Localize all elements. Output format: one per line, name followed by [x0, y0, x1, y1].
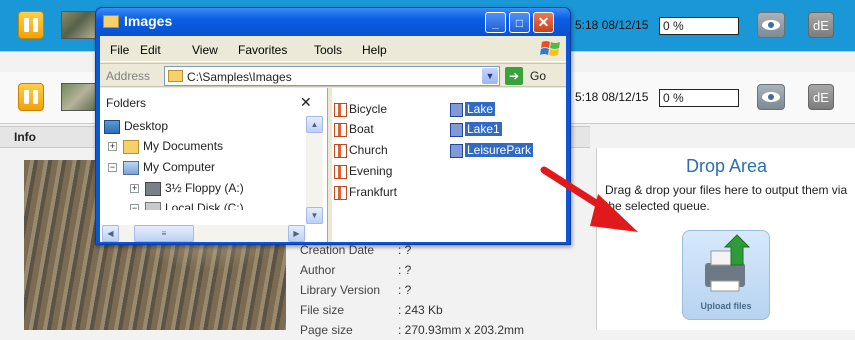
menu-favorites[interactable]: Favorites: [238, 43, 287, 57]
minimize-button[interactable]: _: [485, 12, 506, 33]
close-icon: ✕: [537, 14, 550, 30]
printer-icon: [705, 234, 751, 292]
image-file-icon: [450, 102, 463, 117]
file-item-selected[interactable]: LeisurePark: [450, 141, 534, 159]
folders-pane: Folders ✕ Desktop + My Documents − My Comp…: [100, 88, 328, 242]
horizontal-scrollbar[interactable]: ◀ ≡ ▶: [102, 225, 306, 242]
image-file-icon: [450, 143, 463, 158]
eye-icon: [762, 20, 780, 30]
file-item[interactable]: Frankfurt: [334, 183, 397, 201]
meta-row: Page size: 270.93mm x 203.2mm: [300, 323, 525, 337]
window-client: File Edit View Favorites Tools Help Addr…: [100, 36, 566, 242]
meta-row: File size: 243 Kb: [300, 303, 443, 317]
metadata-list: Creation Date: ? Author: ? Library Versi…: [300, 240, 524, 340]
eye-icon: [762, 92, 780, 102]
scroll-down-icon[interactable]: ▼: [306, 207, 323, 224]
maximize-button[interactable]: □: [509, 12, 530, 33]
folder-icon: [123, 139, 139, 154]
window-title: Images: [124, 13, 173, 29]
address-bar: Address C:\Samples\Images ▼ ➔ Go: [100, 63, 566, 87]
job-thumbnail: [61, 11, 97, 39]
file-item[interactable]: Church: [334, 141, 388, 159]
address-input[interactable]: C:\Samples\Images ▼: [164, 66, 500, 86]
file-item-selected[interactable]: Lake: [450, 100, 496, 118]
menu-view[interactable]: View: [192, 43, 218, 57]
image-file-icon: [334, 102, 347, 117]
preview-button[interactable]: [757, 12, 785, 38]
image-file-icon: [450, 122, 463, 137]
collapse-icon[interactable]: −: [108, 163, 117, 173]
chevron-down-icon[interactable]: ▼: [482, 68, 498, 84]
expand-icon[interactable]: +: [130, 184, 139, 194]
menu-tools[interactable]: Tools: [314, 43, 342, 57]
go-label: Go: [530, 69, 547, 83]
tree-item-local-disk[interactable]: − Local Disk (C:): [130, 198, 244, 210]
preview-button[interactable]: [757, 84, 785, 110]
disk-icon: [145, 201, 161, 210]
address-label: Address: [106, 69, 151, 83]
drag-arrow-icon: [540, 166, 638, 232]
floppy-icon: [145, 181, 161, 196]
file-item[interactable]: Bicycle: [334, 100, 387, 118]
image-file-icon: [334, 143, 347, 158]
maximize-icon: □: [515, 15, 524, 30]
collapse-icon[interactable]: −: [130, 204, 139, 210]
de-button[interactable]: dE: [808, 84, 834, 110]
job-time: 5:18 08/12/15: [575, 18, 649, 32]
image-file-icon: [334, 164, 347, 179]
window-titlebar[interactable]: Images _ □ ✕: [96, 8, 570, 36]
desktop-icon: [104, 119, 120, 134]
folders-header: Folders: [106, 96, 147, 110]
close-button[interactable]: ✕: [533, 12, 554, 33]
job-progress: 0 %: [659, 17, 739, 35]
job-progress: 0 %: [659, 89, 739, 107]
files-pane: Bicycle Boat Church Evening Frankfurt La…: [332, 88, 566, 242]
de-button[interactable]: dE: [808, 12, 834, 38]
image-file-icon: [334, 185, 347, 200]
explorer-window[interactable]: Images _ □ ✕ File Edit View Favorites To…: [95, 7, 571, 245]
expand-icon[interactable]: +: [108, 142, 117, 152]
upload-files-label: Upload files: [700, 301, 752, 311]
file-item-selected[interactable]: Lake1: [450, 120, 502, 138]
go-button[interactable]: ➔ Go: [505, 67, 561, 85]
menu-help[interactable]: Help: [362, 43, 387, 57]
windows-logo-icon: [540, 41, 560, 56]
meta-row: Library Version: ?: [300, 283, 412, 297]
menu-edit[interactable]: Edit: [140, 43, 161, 57]
folder-icon: [168, 70, 183, 82]
folder-icon: [103, 15, 119, 28]
tree-item-floppy[interactable]: +3½ Floppy (A:): [130, 178, 244, 198]
close-icon[interactable]: ✕: [300, 94, 312, 111]
job-time: 5:18 08/12/15: [575, 90, 649, 104]
scroll-thumb[interactable]: ≡: [134, 225, 194, 242]
file-item[interactable]: Boat: [334, 120, 374, 138]
file-item[interactable]: Evening: [334, 162, 392, 180]
scroll-up-icon[interactable]: ▲: [306, 116, 323, 133]
minimize-icon: _: [492, 15, 499, 30]
arrow-right-icon: ➔: [505, 67, 523, 85]
upload-files-button[interactable]: Upload files: [682, 230, 770, 320]
tree-item-my-documents[interactable]: + My Documents: [108, 136, 223, 156]
menu-bar: File Edit View Favorites Tools Help: [100, 36, 566, 62]
computer-icon: [123, 160, 139, 175]
tree-item-my-computer[interactable]: − My Computer: [108, 157, 215, 177]
pause-button[interactable]: [18, 11, 44, 39]
image-file-icon: [334, 122, 347, 137]
address-value: C:\Samples\Images: [187, 70, 292, 84]
meta-row: Author: ?: [300, 263, 412, 277]
pause-button[interactable]: [18, 83, 44, 111]
vertical-scrollbar[interactable]: ▲ ▼: [306, 116, 323, 224]
menu-file[interactable]: File: [110, 43, 129, 57]
scroll-right-icon[interactable]: ▶: [288, 225, 305, 242]
job-thumbnail: [61, 83, 97, 111]
tree-item-desktop[interactable]: Desktop: [104, 116, 168, 136]
scroll-left-icon[interactable]: ◀: [102, 225, 119, 242]
